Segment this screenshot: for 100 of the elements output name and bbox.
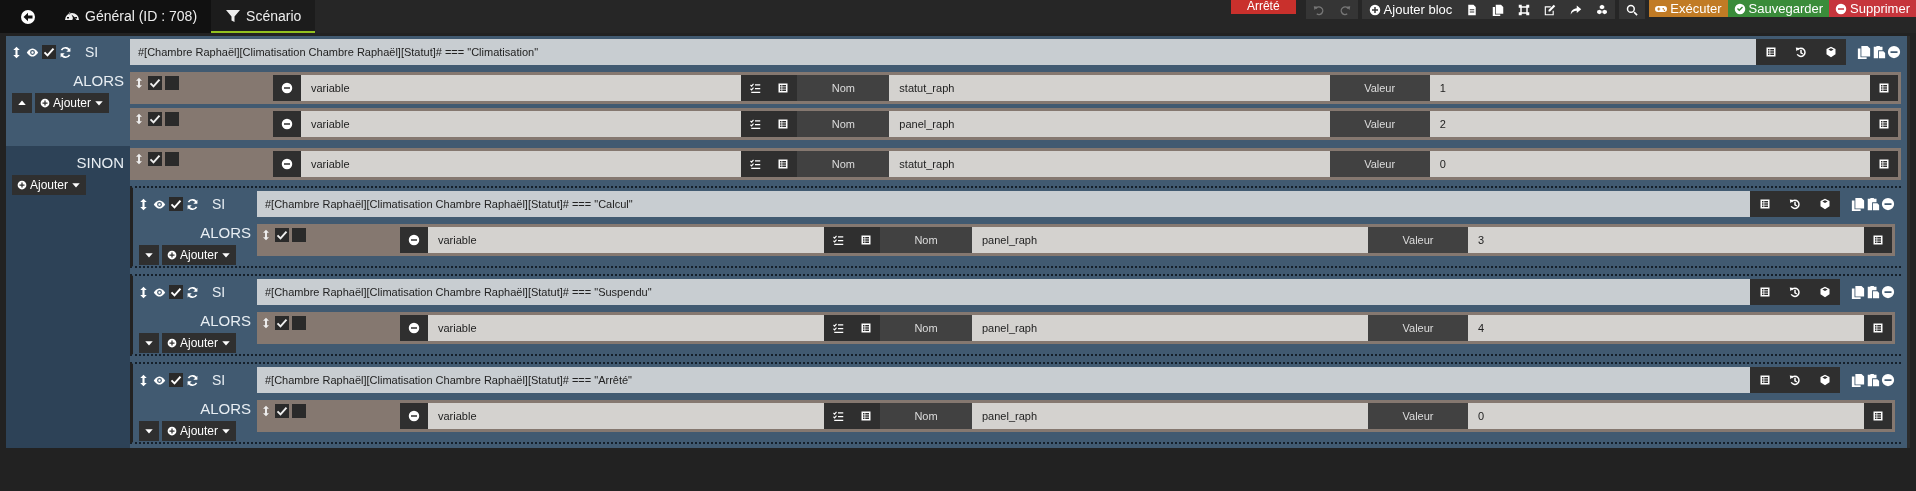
- remove-button[interactable]: [273, 111, 301, 137]
- action-type-field[interactable]: variable: [301, 151, 742, 177]
- remove-icon[interactable]: [1887, 45, 1901, 59]
- refresh-icon[interactable]: [59, 45, 72, 59]
- action-type-field[interactable]: variable: [428, 315, 824, 341]
- move-handle-icon[interactable]: [260, 316, 272, 330]
- enable-checkbox[interactable]: [169, 285, 183, 299]
- remove-button[interactable]: [400, 403, 428, 429]
- enable-checkbox[interactable]: [148, 76, 162, 90]
- cube-button[interactable]: [1816, 39, 1846, 65]
- move-handle-icon[interactable]: [133, 76, 145, 90]
- copy-icon[interactable]: [1857, 45, 1871, 59]
- list-button[interactable]: [1870, 111, 1898, 137]
- collapse-button[interactable]: [139, 245, 159, 265]
- add-dropdown[interactable]: Ajouter: [35, 93, 110, 113]
- eye-icon[interactable]: [153, 285, 166, 299]
- list-button[interactable]: [1870, 75, 1898, 101]
- options-button[interactable]: [824, 315, 852, 341]
- add-dropdown[interactable]: Ajouter: [12, 175, 87, 195]
- cube-button[interactable]: [1810, 367, 1840, 393]
- list-button[interactable]: [1870, 151, 1898, 177]
- options-button[interactable]: [741, 111, 770, 137]
- eye-icon[interactable]: [153, 373, 166, 387]
- add-dropdown[interactable]: Ajouter: [162, 421, 237, 441]
- name-field[interactable]: panel_raph: [889, 111, 1330, 137]
- back-button[interactable]: [0, 0, 50, 33]
- action-type-field[interactable]: variable: [428, 403, 824, 429]
- parallel-checkbox[interactable]: [292, 228, 306, 242]
- list-button[interactable]: [852, 315, 880, 341]
- paste-icon[interactable]: [1866, 373, 1880, 387]
- enable-checkbox[interactable]: [148, 112, 162, 126]
- name-field[interactable]: panel_raph: [972, 403, 1368, 429]
- remove-button[interactable]: [400, 315, 428, 341]
- add-dropdown[interactable]: Ajouter: [162, 245, 237, 265]
- parallel-checkbox[interactable]: [292, 316, 306, 330]
- options-button[interactable]: [824, 403, 852, 429]
- list-button[interactable]: [769, 111, 798, 137]
- remove-button[interactable]: [273, 75, 301, 101]
- collapse-button[interactable]: [139, 333, 159, 353]
- value-field[interactable]: 4: [1468, 315, 1864, 341]
- copy-icon[interactable]: [1851, 373, 1865, 387]
- enable-checkbox[interactable]: [169, 197, 183, 211]
- list-button[interactable]: [852, 403, 880, 429]
- eye-icon[interactable]: [153, 197, 166, 211]
- collapse-button[interactable]: [139, 421, 159, 441]
- parallel-checkbox[interactable]: [292, 404, 306, 418]
- move-handle-icon[interactable]: [133, 112, 145, 126]
- enable-checkbox[interactable]: [275, 316, 289, 330]
- copy-icon[interactable]: [1851, 197, 1865, 211]
- refresh-icon[interactable]: [186, 373, 199, 387]
- list-button[interactable]: [852, 227, 880, 253]
- action-type-field[interactable]: variable: [428, 227, 824, 253]
- name-field[interactable]: panel_raph: [972, 227, 1368, 253]
- move-handle-icon[interactable]: [260, 404, 272, 418]
- condition-field[interactable]: #[Chambre Raphaël][Climatisation Chambre Raphaël][Statut]# === "Suspendu": [257, 279, 1750, 305]
- move-handle-icon[interactable]: [260, 228, 272, 242]
- condition-field[interactable]: #[Chambre Raphaël][Climatisation Chambre Raphaël][Statut]# === "Climatisation": [130, 39, 1756, 65]
- name-field[interactable]: statut_raph: [889, 151, 1330, 177]
- list-button[interactable]: [769, 75, 798, 101]
- enable-checkbox[interactable]: [275, 404, 289, 418]
- enable-checkbox[interactable]: [275, 228, 289, 242]
- enable-checkbox[interactable]: [42, 45, 56, 59]
- move-handle-icon[interactable]: [133, 152, 145, 166]
- paste-icon[interactable]: [1866, 197, 1880, 211]
- options-button[interactable]: [824, 227, 852, 253]
- remove-icon[interactable]: [1881, 197, 1895, 211]
- refresh-icon[interactable]: [186, 197, 199, 211]
- value-field[interactable]: 3: [1468, 227, 1864, 253]
- remove-icon[interactable]: [1881, 373, 1895, 387]
- cube-button[interactable]: [1810, 279, 1840, 305]
- enable-checkbox[interactable]: [169, 373, 183, 387]
- condition-field[interactable]: #[Chambre Raphaël][Climatisation Chambre Raphaël][Statut]# === "Calcul": [257, 191, 1750, 217]
- copy-icon[interactable]: [1851, 285, 1865, 299]
- value-field[interactable]: 0: [1429, 151, 1870, 177]
- eye-icon[interactable]: [26, 45, 39, 59]
- list-button[interactable]: [769, 151, 798, 177]
- options-button[interactable]: [741, 75, 770, 101]
- value-field[interactable]: 1: [1429, 75, 1870, 101]
- paste-icon[interactable]: [1872, 45, 1886, 59]
- name-field[interactable]: statut_raph: [889, 75, 1330, 101]
- paste-icon[interactable]: [1866, 285, 1880, 299]
- parallel-checkbox[interactable]: [165, 76, 179, 90]
- tab[interactable]: Scénario: [211, 0, 316, 33]
- list-button[interactable]: [1750, 191, 1780, 217]
- delete-button[interactable]: Supprimer: [1829, 0, 1916, 17]
- list-button[interactable]: [1750, 279, 1780, 305]
- parallel-checkbox[interactable]: [165, 112, 179, 126]
- options-button[interactable]: [741, 151, 770, 177]
- collapse-button[interactable]: [12, 93, 32, 113]
- condition-field[interactable]: #[Chambre Raphaël][Climatisation Chambre Raphaël][Statut]# === "Arrêté": [257, 367, 1750, 393]
- remove-button[interactable]: [273, 151, 301, 177]
- action-type-field[interactable]: variable: [301, 75, 742, 101]
- enable-checkbox[interactable]: [148, 152, 162, 166]
- parallel-checkbox[interactable]: [165, 152, 179, 166]
- list-button[interactable]: [1864, 315, 1892, 341]
- value-field[interactable]: 2: [1429, 111, 1870, 137]
- save-button[interactable]: Sauvegarder: [1727, 0, 1830, 17]
- list-button[interactable]: [1864, 227, 1892, 253]
- refresh-icon[interactable]: [186, 285, 199, 299]
- list-button[interactable]: [1756, 39, 1786, 65]
